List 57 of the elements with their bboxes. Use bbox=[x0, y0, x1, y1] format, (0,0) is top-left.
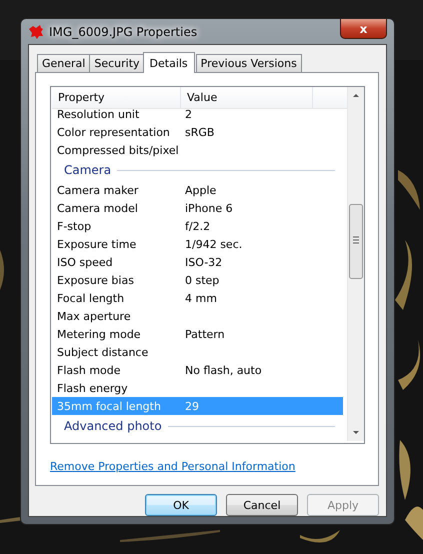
scrollbar[interactable] bbox=[347, 87, 364, 441]
property-name: Resolution unit bbox=[56, 108, 140, 120]
tab[interactable]: General bbox=[37, 54, 90, 72]
property-value: Pattern bbox=[184, 328, 226, 340]
property-value: ISO-32 bbox=[184, 256, 224, 268]
window-title: IMG_6009.JPG Properties bbox=[49, 24, 198, 38]
property-name: Compressed bits/pixel bbox=[56, 144, 179, 156]
column-header[interactable]: Property bbox=[52, 87, 181, 108]
property-row[interactable]: Focal length 4 mm bbox=[52, 289, 343, 307]
property-row[interactable]: ISO speed ISO-32 bbox=[52, 253, 343, 271]
property-value: 1/942 sec. bbox=[184, 238, 244, 250]
property-name: Max aperture bbox=[56, 310, 132, 322]
property-name: Camera maker bbox=[56, 184, 140, 196]
property-name: Metering mode bbox=[56, 328, 142, 340]
property-value: sRGB bbox=[184, 126, 216, 138]
property-name: Color representation bbox=[56, 126, 171, 138]
property-name: Focal length bbox=[56, 292, 126, 304]
property-row[interactable]: Resolution unit 2 bbox=[52, 105, 343, 123]
column-header[interactable]: Value bbox=[181, 87, 313, 108]
property-value: 2 bbox=[184, 108, 193, 120]
group-heading: Advanced photo bbox=[64, 419, 162, 433]
property-value: f/2.2 bbox=[184, 220, 212, 232]
property-name: Exposure time bbox=[56, 238, 138, 250]
property-name: 35mm focal length bbox=[56, 400, 162, 412]
property-value: 4 mm bbox=[184, 292, 218, 304]
property-row[interactable]: Max aperture bbox=[52, 307, 343, 325]
tab[interactable]: Details bbox=[142, 52, 195, 73]
property-row[interactable]: Camera maker Apple bbox=[52, 181, 343, 199]
property-value: No flash, auto bbox=[184, 364, 263, 376]
property-row[interactable]: Flash energy bbox=[52, 379, 343, 397]
property-value: 0 step bbox=[184, 274, 220, 286]
property-row[interactable]: Subject distance bbox=[52, 343, 343, 361]
property-row[interactable]: Exposure bias 0 step bbox=[52, 271, 343, 289]
property-name: Flash mode bbox=[56, 364, 122, 376]
property-row[interactable]: Color representation sRGB bbox=[52, 123, 343, 141]
close-button[interactable]: x bbox=[340, 19, 387, 39]
property-value: 29 bbox=[184, 400, 200, 412]
property-row[interactable]: Flash mode No flash, auto bbox=[52, 361, 343, 379]
ok-button[interactable]: OK bbox=[145, 494, 217, 516]
cancel-button[interactable]: Cancel bbox=[226, 494, 298, 516]
property-name: ISO speed bbox=[56, 256, 114, 268]
property-row[interactable]: F-stop f/2.2 bbox=[52, 217, 343, 235]
tab[interactable]: Previous Versions bbox=[196, 54, 302, 72]
property-row[interactable]: Camera model iPhone 6 bbox=[52, 199, 343, 217]
property-row[interactable]: Exposure time 1/942 sec. bbox=[52, 235, 343, 253]
property-name: Flash energy bbox=[56, 382, 129, 394]
property-name: Exposure bias bbox=[56, 274, 135, 286]
property-value: Apple bbox=[184, 184, 218, 196]
property-row[interactable]: Compressed bits/pixel bbox=[52, 141, 343, 159]
remove-properties-link[interactable]: Remove Properties and Personal Information bbox=[50, 460, 296, 473]
property-value: iPhone 6 bbox=[184, 202, 234, 214]
tab[interactable]: Security bbox=[89, 54, 145, 72]
property-name: Camera model bbox=[56, 202, 139, 214]
group-heading: Camera bbox=[64, 163, 112, 177]
property-name: F-stop bbox=[56, 220, 92, 232]
property-name: Subject distance bbox=[56, 346, 150, 358]
property-row[interactable]: Metering mode Pattern bbox=[52, 325, 343, 343]
